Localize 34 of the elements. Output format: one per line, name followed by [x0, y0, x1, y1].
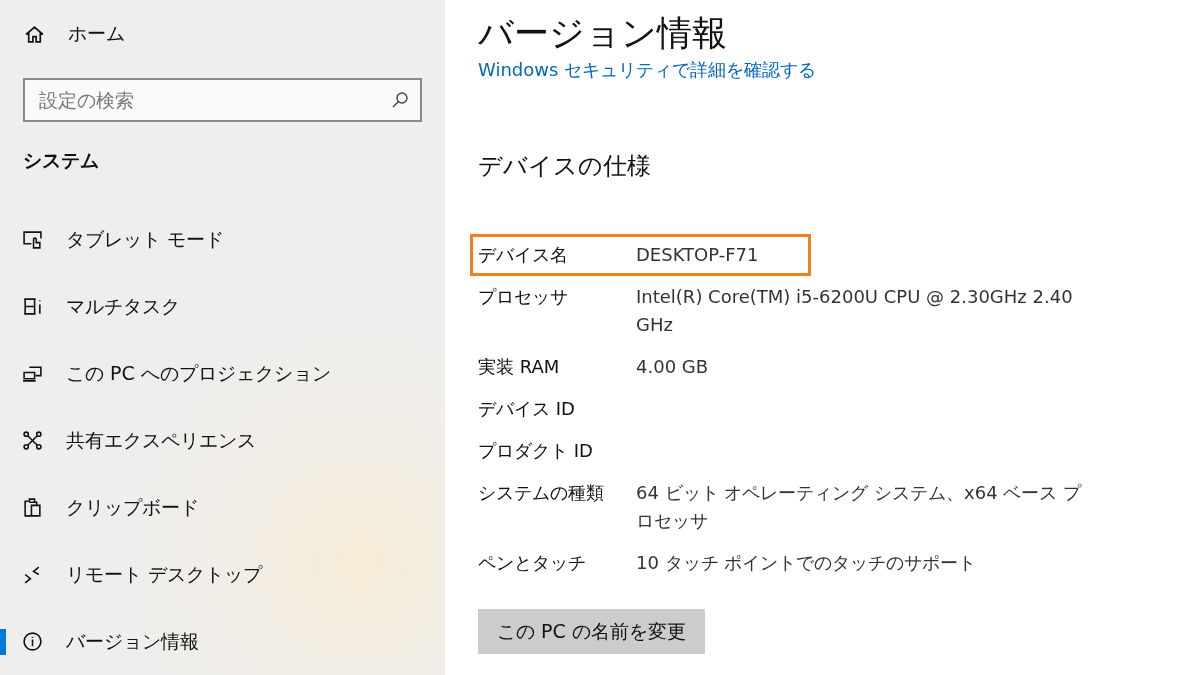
info-icon [22, 631, 43, 652]
spec-value: 4.00 GB [636, 355, 710, 379]
clipboard-icon [22, 497, 43, 518]
page-title: バージョン情報 [478, 12, 728, 55]
spec-label: デバイス名 [478, 243, 569, 267]
spec-label: システムの種類 [478, 481, 605, 505]
section-heading: デバイスの仕様 [478, 151, 652, 182]
spec-label: 実装 RAM [478, 355, 561, 379]
spec-label: プロダクト ID [478, 439, 594, 463]
multitask-icon [22, 296, 43, 317]
spec-label: プロセッサ [478, 285, 569, 309]
spec-value: 10 タッチ ポイントでのタッチのサポート [636, 551, 978, 575]
nav-item[interactable]: リモート デスクトップ [0, 541, 445, 608]
nav-item[interactable]: タブレット モード [0, 206, 445, 273]
share-icon [22, 430, 43, 451]
spec-value: 64 ビット オペレーティング システム、x64 ベース プロセッサ [636, 481, 1083, 533]
nav-item[interactable]: バージョン情報 [0, 608, 445, 675]
nav-item[interactable]: 共有エクスペリエンス [0, 407, 445, 474]
spec-value: DESKTOP-F71 [636, 243, 760, 267]
home-icon [24, 23, 45, 45]
rename-button[interactable]: この PC の名前を変更 [478, 609, 705, 654]
search-icon [390, 90, 410, 110]
nav-item[interactable]: クリップボード [0, 474, 445, 541]
section-heading: システム [23, 148, 100, 173]
spec-value: Intel(R) Core(TM) i5-6200U CPU @ 2.30GHz 2.40 GHz [636, 285, 1074, 337]
spec-label: デバイス ID [478, 397, 576, 421]
nav-item[interactable]: マルチタスク [0, 273, 445, 340]
nav-item[interactable]: この PC へのプロジェクション [0, 340, 445, 407]
spec-label: ペンとタッチ [478, 551, 587, 575]
security-link[interactable]: Windows セキュリティで詳細を確認する [478, 58, 1200, 86]
monitor-icon [22, 363, 43, 384]
home-link[interactable]: ホーム [0, 14, 445, 54]
search-field[interactable]: 設定の検索 [23, 78, 422, 122]
tablet-icon [22, 229, 43, 250]
